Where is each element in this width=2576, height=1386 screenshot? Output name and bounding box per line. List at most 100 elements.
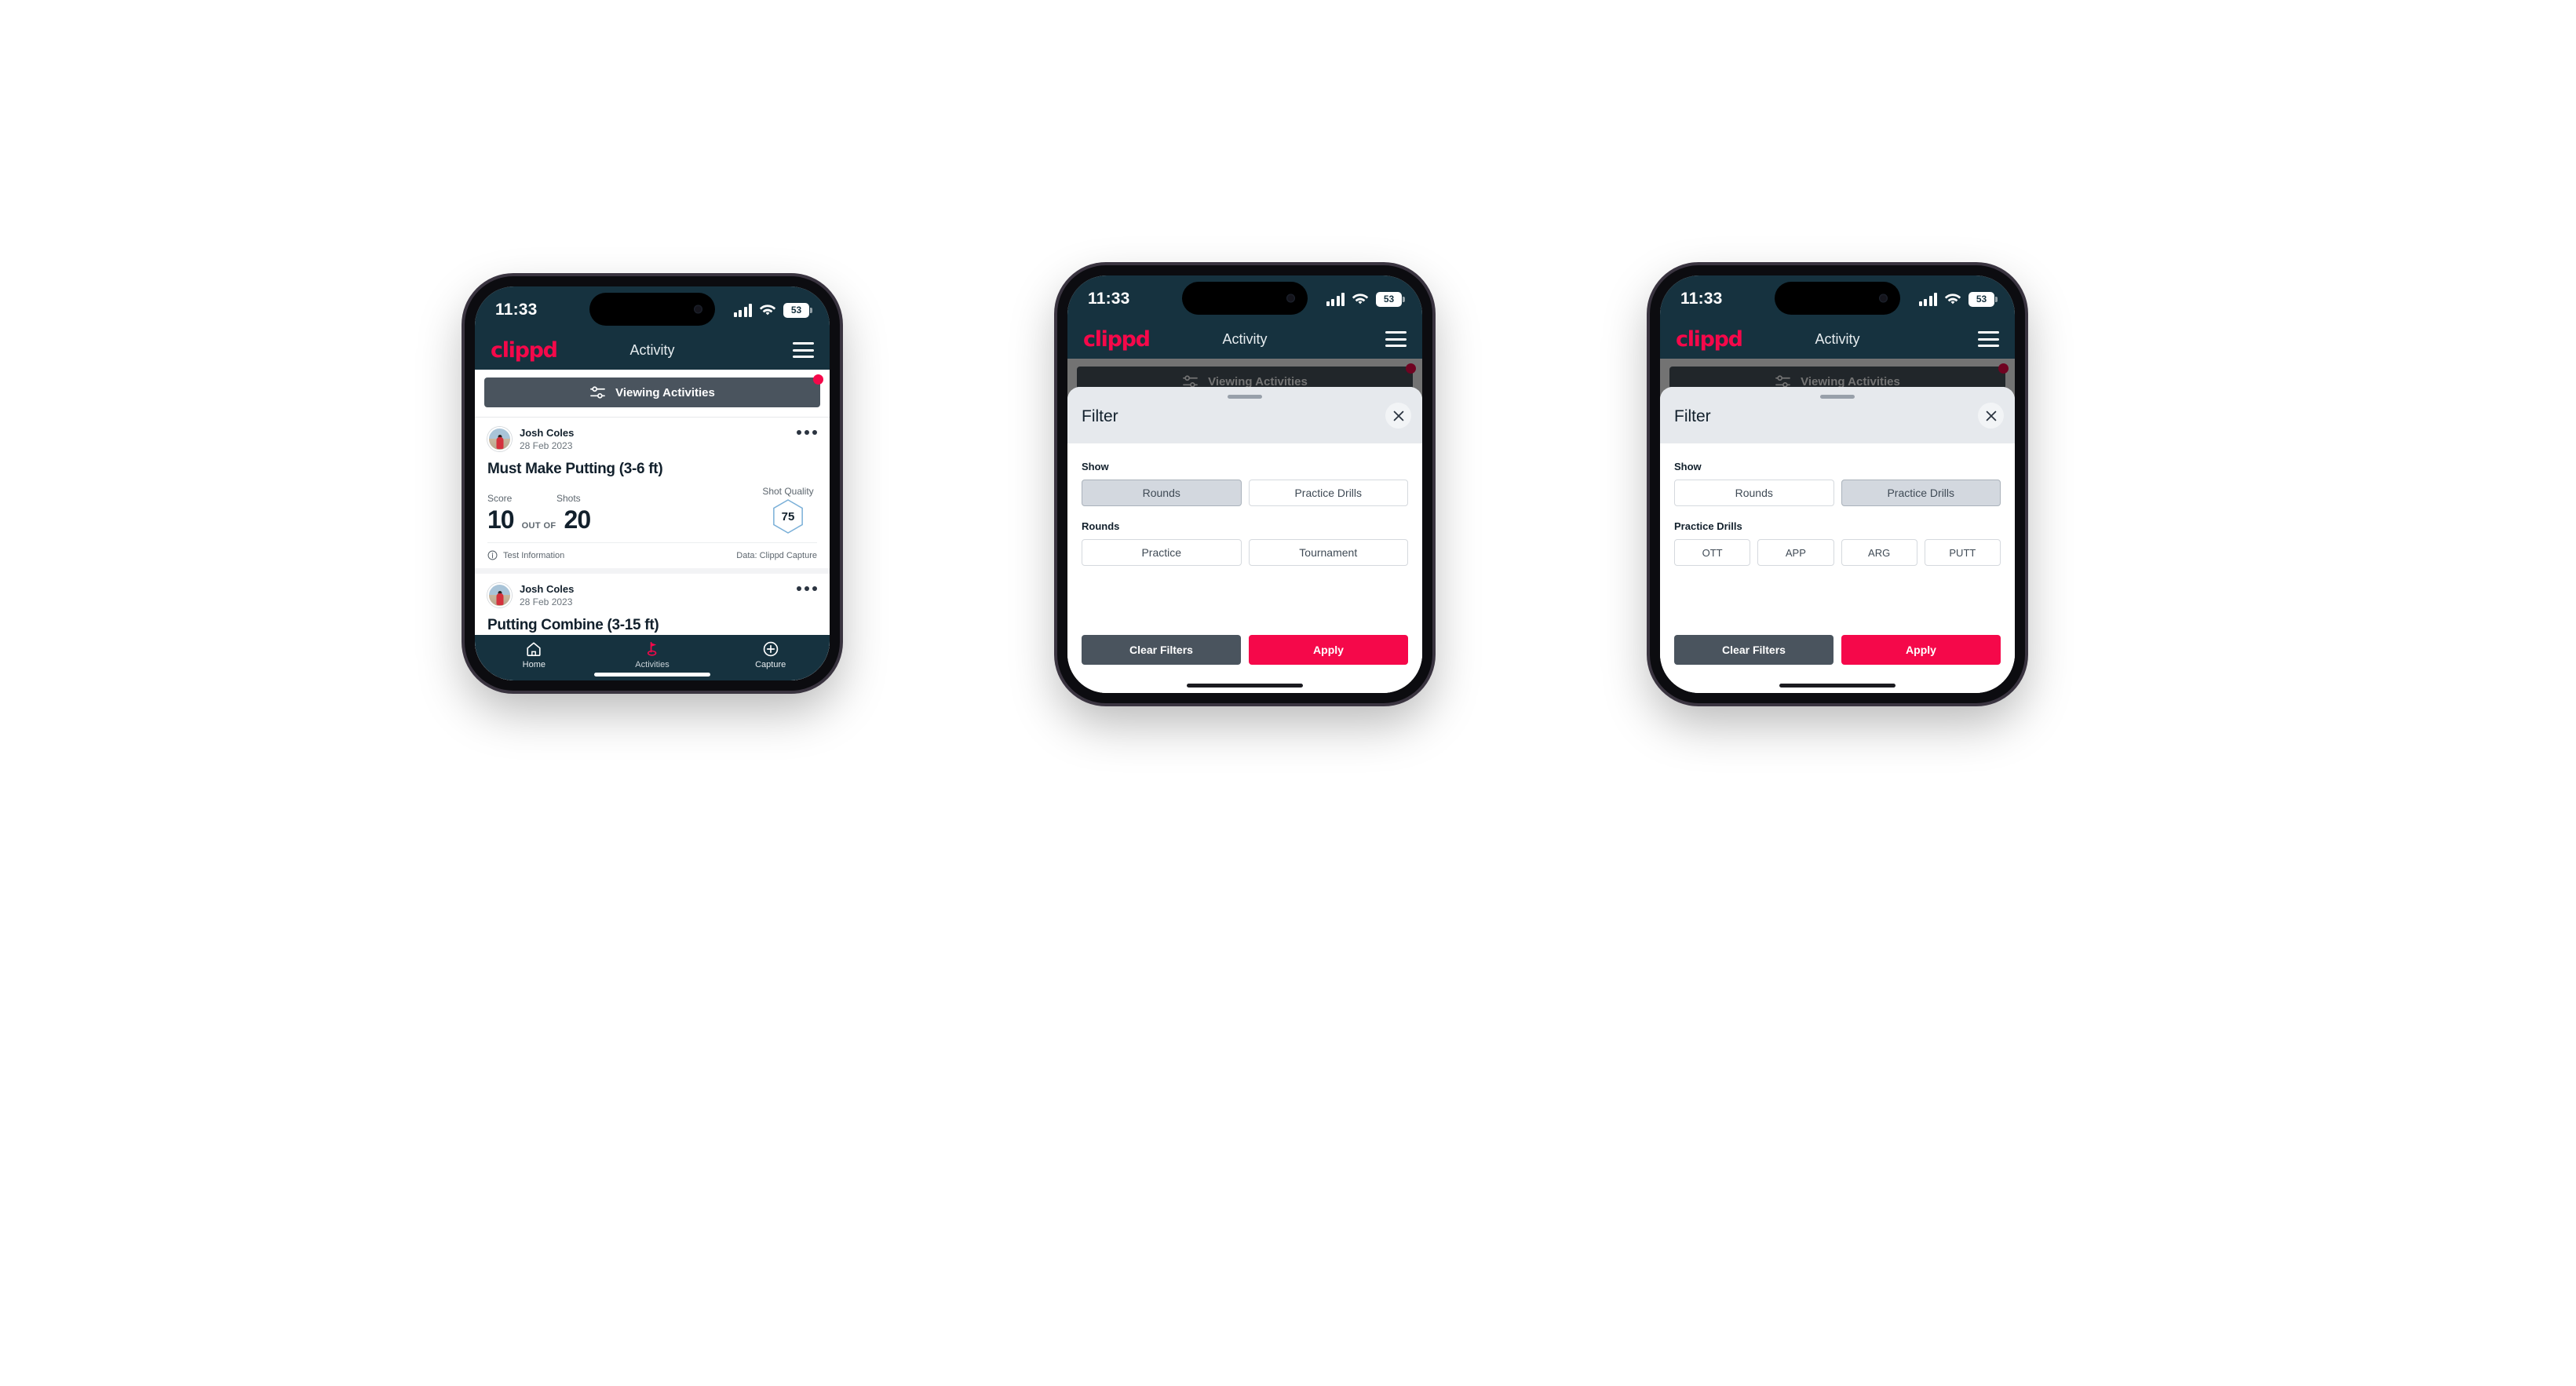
avatar (487, 427, 512, 451)
viewing-activities-label: Viewing Activities (615, 385, 715, 399)
clippd-logo: clippd (1083, 326, 1151, 352)
battery-level: 53 (1976, 294, 1987, 305)
home-icon (527, 642, 541, 656)
toggle-putt[interactable]: PUTT (1924, 539, 2001, 566)
nav-item-activities[interactable]: Activities (593, 640, 712, 669)
sheet-drag-handle[interactable] (1820, 395, 1855, 399)
test-information-label: Test Information (503, 550, 565, 560)
stat-values: 10 OUT OF 20 (487, 505, 759, 534)
toggle-tournament[interactable]: Tournament (1248, 539, 1408, 566)
card-overflow-menu-icon[interactable] (797, 427, 817, 435)
nav-item-capture[interactable]: Capture (711, 640, 830, 669)
practice-drills-group-label: Practice Drills (1674, 520, 1742, 532)
filter-chip-row: Viewing Activities (475, 370, 830, 418)
author-name: Josh Coles (520, 583, 575, 595)
stats-numeric: Score Shots 10 OUT OF 20 (487, 493, 759, 534)
battery-icon: 53 (1376, 291, 1405, 307)
sheet-body: Show Rounds Practice Drills Practice Dri… (1660, 443, 2015, 635)
bottom-navigation: Home Activities Capture (475, 635, 830, 680)
apply-button[interactable]: Apply (1249, 635, 1408, 665)
sheet-header: Filter (1660, 387, 2015, 443)
app-header: clippd Activity (1067, 319, 1422, 359)
sheet-title: Filter (1674, 407, 1711, 425)
close-button[interactable] (1978, 403, 2004, 429)
show-toggle-group: Rounds Practice Drills (1082, 480, 1408, 506)
card-footer: Test Information Data: Clippd Capture (487, 542, 817, 568)
show-group-label: Show (1674, 461, 1702, 472)
cellular-signal-icon (733, 303, 752, 317)
shots-label: Shots (556, 493, 581, 504)
data-source-label: Data: Clippd Capture (736, 550, 817, 560)
phone-device-filter-rounds: 11:33 53 clippd Activity Filter Show Rou… (1057, 265, 1432, 703)
sheet-drag-handle[interactable] (1228, 395, 1262, 399)
clear-filters-button[interactable]: Clear Filters (1674, 635, 1833, 665)
toggle-practice[interactable]: Practice (1082, 539, 1242, 566)
phone3-screen: 11:33 53 clippd Activity Filter Show Rou… (1660, 275, 2015, 693)
toggle-practice-drills[interactable]: Practice Drills (1841, 480, 2001, 506)
score-label: Score (487, 493, 513, 504)
shot-quality-block: Shot Quality 75 (759, 486, 817, 534)
card-header: Josh Coles 28 Feb 2023 (487, 427, 817, 451)
clear-filters-button[interactable]: Clear Filters (1082, 635, 1241, 665)
score-value: 10 (487, 505, 515, 534)
status-indicators: 53 (1326, 291, 1405, 307)
battery-icon: 53 (783, 302, 812, 318)
dynamic-island (589, 293, 715, 326)
test-information[interactable]: Test Information (487, 550, 564, 560)
toggle-rounds[interactable]: Rounds (1674, 480, 1834, 506)
shot-quality-value: 75 (781, 509, 795, 523)
phone1-screen: 11:33 53 clippd Activity Viewing Activit… (475, 286, 830, 680)
apply-button[interactable]: Apply (1841, 635, 2001, 665)
golf-flag-icon (647, 641, 657, 656)
info-icon (487, 550, 498, 560)
toggle-rounds[interactable]: Rounds (1082, 480, 1242, 506)
screenshot-canvas: 11:33 53 clippd Activity Viewing Activit… (0, 0, 2576, 1386)
status-indicators: 53 (733, 302, 812, 318)
phone2-screen: 11:33 53 clippd Activity Filter Show Rou… (1067, 275, 1422, 693)
nav-item-home[interactable]: Home (475, 640, 593, 669)
card-overflow-menu-icon[interactable] (797, 583, 817, 591)
avatar (487, 583, 512, 607)
toggle-arg[interactable]: ARG (1841, 539, 1917, 566)
nav-label-home: Home (522, 660, 545, 669)
toggle-practice-drills[interactable]: Practice Drills (1248, 480, 1408, 506)
show-toggle-group: Rounds Practice Drills (1674, 480, 2001, 506)
home-indicator (1779, 684, 1896, 688)
shot-quality-hexagon: 75 (772, 498, 805, 534)
card-stats: Score Shots 10 OUT OF 20 Shot Quality 75 (487, 486, 817, 534)
viewing-activities-button[interactable]: Viewing Activities (484, 374, 823, 407)
out-of-label: OUT OF (521, 521, 556, 531)
phone-device-filter-practice-drills: 11:33 53 clippd Activity Filter Show Rou… (1650, 265, 2025, 703)
home-indicator (1187, 684, 1303, 688)
phone-device-activity-feed: 11:33 53 clippd Activity Viewing Activit… (465, 276, 840, 691)
activity-title: Putting Combine (3-15 ft) (487, 617, 659, 633)
show-group-label: Show (1082, 461, 1109, 472)
close-x-icon (1986, 410, 1996, 421)
toggle-app[interactable]: APP (1757, 539, 1834, 566)
shots-value: 20 (564, 505, 592, 534)
notification-dot (813, 374, 823, 385)
wifi-icon (1352, 293, 1369, 304)
battery-level: 53 (790, 305, 802, 315)
hamburger-menu-icon[interactable] (793, 342, 814, 358)
status-indicators: 53 (1918, 291, 1998, 307)
hamburger-menu-icon[interactable] (1385, 331, 1407, 347)
clippd-logo: clippd (491, 337, 558, 363)
cellular-signal-icon (1326, 292, 1345, 306)
close-x-icon (1393, 410, 1403, 421)
stat-labels: Score Shots (487, 493, 759, 504)
app-header: clippd Activity (475, 330, 830, 370)
filter-bottom-sheet: Filter Show Rounds Practice Drills Pract… (1660, 387, 2015, 693)
author-date: 28 Feb 2023 (520, 440, 573, 451)
front-camera-icon (1286, 294, 1295, 303)
hamburger-menu-icon[interactable] (1978, 331, 1999, 347)
front-camera-icon (694, 305, 702, 314)
card-author: Josh Coles 28 Feb 2023 (520, 427, 574, 451)
activity-card[interactable]: Josh Coles 28 Feb 2023 Must Make Putting… (475, 418, 830, 568)
card-divider (475, 568, 830, 574)
rounds-group-label: Rounds (1082, 520, 1120, 532)
shot-quality-label: Shot Quality (762, 486, 814, 497)
clippd-logo: clippd (1676, 326, 1743, 352)
toggle-ott[interactable]: OTT (1674, 539, 1751, 566)
close-button[interactable] (1385, 403, 1411, 429)
